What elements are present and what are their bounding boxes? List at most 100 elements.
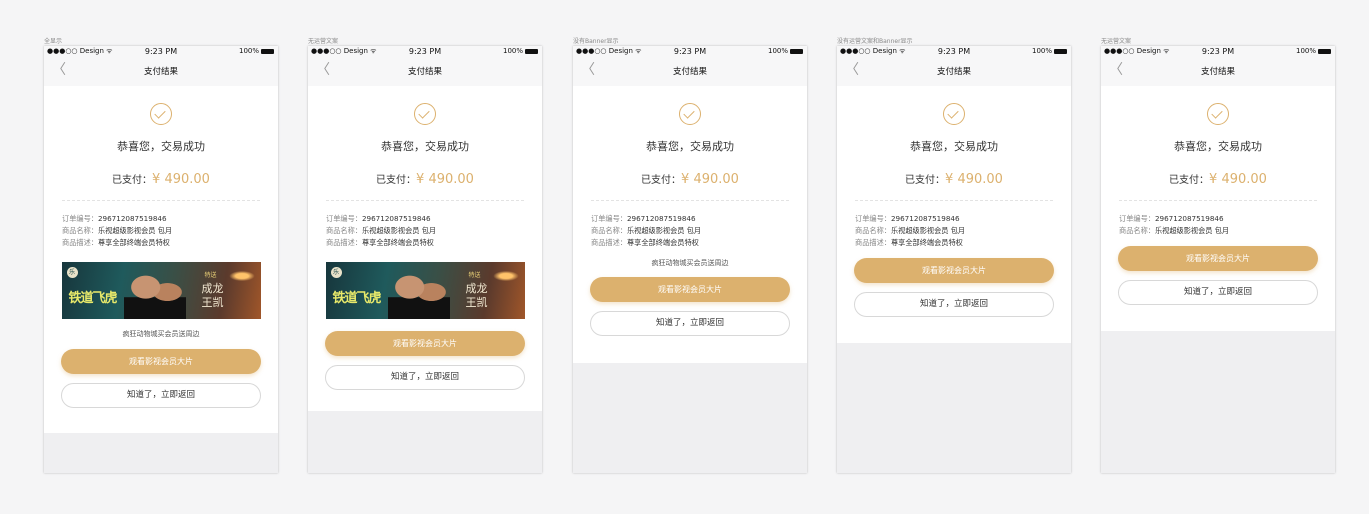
watch-vip-button[interactable]: 观看影视会员大片 (854, 258, 1054, 283)
paid-amount: ¥ 490.00 (945, 172, 1003, 187)
product-name-label: 商品名称： (1119, 226, 1155, 235)
watch-vip-button[interactable]: 观看影视会员大片 (325, 331, 525, 356)
success-message: 恭喜您，交易成功 (646, 140, 734, 153)
banner-logo: 乐 (66, 267, 78, 278)
banner-logo: 乐 (330, 267, 342, 278)
battery-icon (790, 48, 803, 54)
paid-amount: ¥ 490.00 (152, 172, 210, 187)
battery-indicator: 100% (239, 46, 274, 57)
page-title: 支付结果 (1200, 67, 1235, 77)
success-check-icon (679, 103, 701, 125)
success-message: 恭喜您，交易成功 (381, 140, 469, 153)
status-bar: ●●●○○ Design ᯤ 9:23 PM 100% (1101, 46, 1335, 57)
screen-caption: 无运营文案 (308, 38, 339, 45)
phone-screen-minimal: 无运营文案 ●●●○○ Design ᯤ 9:23 PM 100% 〈 支付结果… (1101, 37, 1335, 473)
success-message: 恭喜您，交易成功 (910, 140, 998, 153)
banner-poster-image (123, 270, 186, 319)
product-desc-label: 商品描述： (62, 238, 98, 247)
order-number: 296712087519846 (361, 214, 431, 223)
order-details: 订单编号：296712087519846 商品名称：乐视超级影视会员 包月 商品… (308, 201, 542, 249)
success-check-icon (150, 103, 172, 125)
status-bar: ●●●○○ Design ᯤ 9:23 PM 100% (44, 46, 278, 57)
paid-amount-row: 已支付：¥ 490.00 (44, 170, 278, 187)
battery-percent: 100% (767, 47, 788, 55)
paid-label: 已支付： (641, 175, 682, 186)
paid-label: 已支付： (112, 175, 153, 186)
phone-screen-full: 全显示 ●●●○○ Design ᯤ 9:23 PM 100% 〈 支付结果 恭… (44, 37, 278, 473)
paid-label: 已支付： (376, 175, 417, 186)
watch-vip-button[interactable]: 观看影视会员大片 (590, 277, 790, 302)
product-desc: 尊享全部终端会员特权 (97, 238, 170, 247)
watch-vip-button[interactable]: 观看影视会员大片 (61, 349, 261, 374)
order-number: 296712087519846 (890, 214, 960, 223)
return-button[interactable]: 知道了，立即返回 (61, 383, 261, 408)
product-desc: 尊享全部终端会员特权 (890, 238, 963, 247)
product-name: 乐视超级影视会员 包月 (890, 226, 966, 235)
phone-mockup: ●●●○○ Design ᯤ 9:23 PM 100% 〈 支付结果 恭喜您，交… (837, 46, 1071, 473)
paid-label: 已支付： (905, 175, 946, 186)
paid-label: 已支付： (1169, 175, 1210, 186)
paid-amount: ¥ 490.00 (1209, 172, 1267, 187)
product-name: 乐视超级影视会员 包月 (626, 226, 702, 235)
product-name-label: 商品名称： (855, 226, 891, 235)
product-name: 乐视超级影视会员 包月 (1154, 226, 1230, 235)
screen-caption: 没有运营文案和Banner显示 (837, 38, 913, 45)
return-button[interactable]: 知道了，立即返回 (854, 292, 1054, 317)
result-card: 恭喜您，交易成功 已支付：¥ 490.00 订单编号：2967120875198… (1101, 86, 1335, 331)
promo-banner[interactable]: 乐 铁道飞虎 特送 成龙 王凯 (325, 262, 525, 319)
page-title: 支付结果 (407, 67, 442, 77)
nav-bar: 〈 支付结果 (837, 57, 1071, 86)
product-name-label: 商品名称： (62, 226, 98, 235)
status-bar: ●●●○○ Design ᯤ 9:23 PM 100% (308, 46, 542, 57)
success-check-icon (414, 103, 436, 125)
return-button[interactable]: 知道了，立即返回 (1118, 280, 1318, 305)
order-details: 订单编号：296712087519846 商品名称：乐视超级影视会员 包月 (1101, 201, 1335, 237)
phone-mockup: ●●●○○ Design ᯤ 9:23 PM 100% 〈 支付结果 恭喜您，交… (573, 46, 807, 473)
result-card: 恭喜您，交易成功 已支付：¥ 490.00 订单编号：2967120875198… (44, 86, 278, 433)
screen-caption: 全显示 (44, 38, 63, 45)
battery-icon (261, 48, 274, 54)
return-button[interactable]: 知道了，立即返回 (590, 311, 790, 336)
product-desc-label: 商品描述： (591, 238, 627, 247)
banner-title: 铁道飞虎 (68, 291, 118, 306)
battery-indicator: 100% (768, 46, 803, 57)
phone-mockup: ●●●○○ Design ᯤ 9:23 PM 100% 〈 支付结果 恭喜您，交… (308, 46, 542, 473)
result-card: 恭喜您，交易成功 已支付：¥ 490.00 订单编号：2967120875198… (308, 86, 542, 411)
battery-indicator: 100% (1032, 46, 1067, 57)
phone-screen-no-copy: 无运营文案 ●●●○○ Design ᯤ 9:23 PM 100% 〈 支付结果… (308, 37, 542, 473)
order-details: 订单编号：296712087519846 商品名称：乐视超级影视会员 包月 商品… (44, 201, 278, 249)
battery-icon (525, 48, 538, 54)
phone-screen-no-copy-no-banner: 没有运营文案和Banner显示 ●●●○○ Design ᯤ 9:23 PM 1… (837, 37, 1071, 473)
status-bar: ●●●○○ Design ᯤ 9:23 PM 100% (837, 46, 1071, 57)
success-message: 恭喜您，交易成功 (1174, 140, 1262, 153)
order-number-label: 订单编号： (326, 214, 362, 223)
paid-amount-row: 已支付：¥ 490.00 (573, 170, 807, 187)
nav-bar: 〈 支付结果 (573, 57, 807, 86)
return-button[interactable]: 知道了，立即返回 (325, 365, 525, 390)
product-name-label: 商品名称： (326, 226, 362, 235)
battery-indicator: 100% (503, 46, 538, 57)
promo-text: 疯狂动物城买会员送周边 (122, 330, 200, 338)
product-name: 乐视超级影视会员 包月 (97, 226, 173, 235)
promo-banner[interactable]: 乐 铁道飞虎 特送 成龙 王凯 (61, 262, 261, 319)
phone-mockup: ●●●○○ Design ᯤ 9:23 PM 100% 〈 支付结果 恭喜您，交… (1101, 46, 1335, 473)
promo-text: 疯狂动物城买会员送周边 (651, 259, 729, 267)
watch-vip-button[interactable]: 观看影视会员大片 (1118, 246, 1318, 271)
banner-poster-image (387, 270, 450, 319)
battery-percent: 100% (238, 47, 259, 55)
paid-amount-row: 已支付：¥ 490.00 (837, 170, 1071, 187)
banner-spark (490, 270, 521, 282)
paid-amount: ¥ 490.00 (681, 172, 739, 187)
battery-percent: 100% (1295, 47, 1316, 55)
success-check-icon (1207, 103, 1229, 125)
product-desc: 尊享全部终端会员特权 (361, 238, 434, 247)
product-desc-label: 商品描述： (326, 238, 362, 247)
nav-bar: 〈 支付结果 (308, 57, 542, 86)
order-details: 订单编号：296712087519846 商品名称：乐视超级影视会员 包月 商品… (837, 201, 1071, 249)
nav-bar: 〈 支付结果 (44, 57, 278, 86)
battery-percent: 100% (1031, 47, 1052, 55)
page-title: 支付结果 (143, 67, 178, 77)
success-message: 恭喜您，交易成功 (117, 140, 205, 153)
order-number-label: 订单编号： (62, 214, 98, 223)
banner-tag: 特送 (468, 272, 481, 279)
